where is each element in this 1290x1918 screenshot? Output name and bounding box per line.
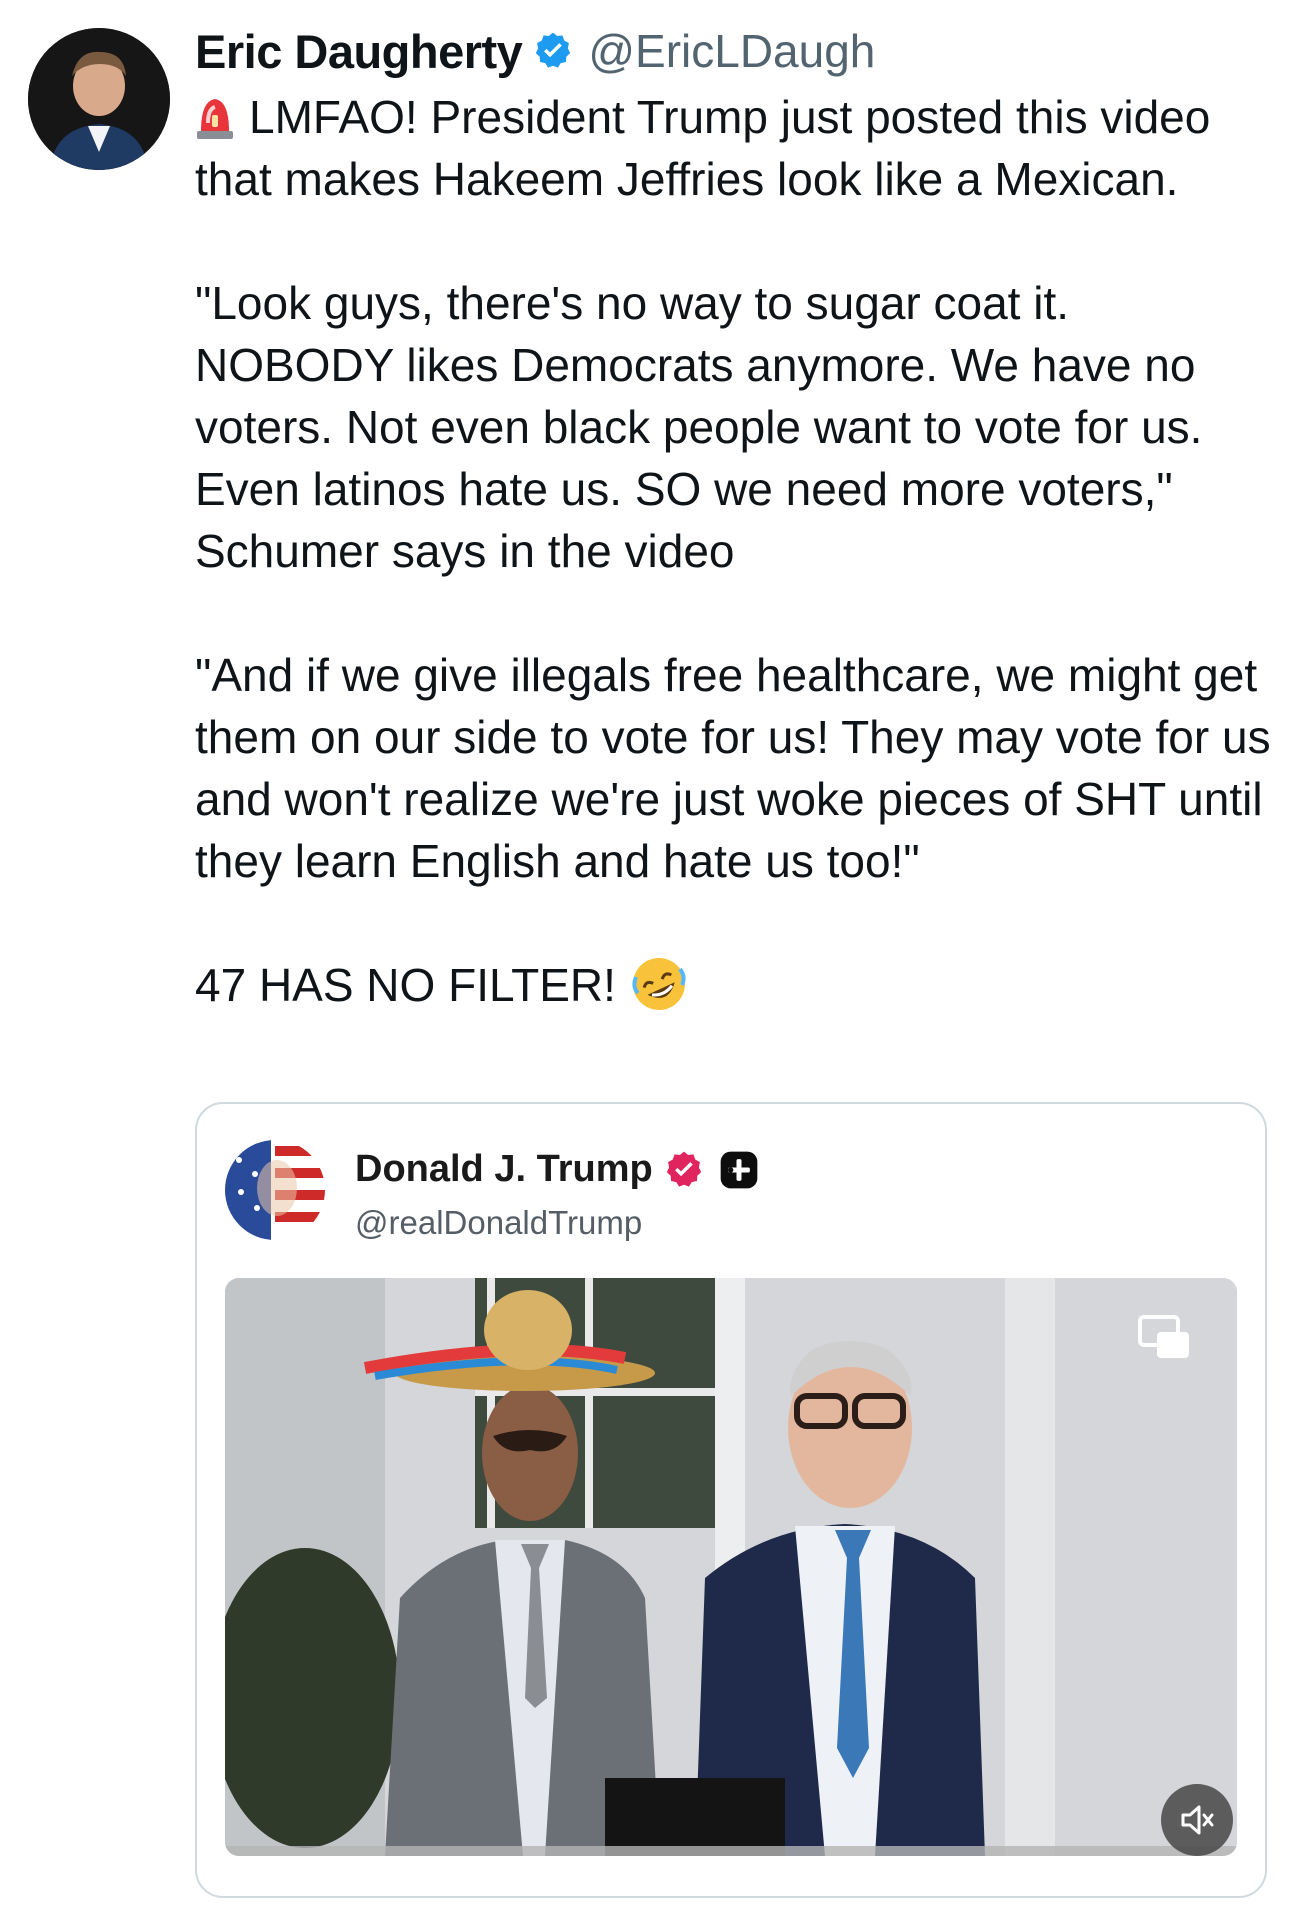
author-avatar[interactable] (28, 28, 170, 170)
tweet-paragraph-4: 47 HAS NO FILTER! (195, 954, 1275, 1016)
quoted-name-row: Donald J. Trump (355, 1148, 759, 1191)
tweet-header: Eric Daugherty @EricLDaugh (195, 18, 875, 84)
rolling-laughing-emoji-icon (632, 958, 686, 1010)
quoted-author-avatar[interactable] (225, 1140, 325, 1240)
tweet-line-1: LMFAO! President Trump just posted this … (195, 91, 1211, 205)
video-player[interactable] (225, 1278, 1237, 1856)
tweet-paragraph-3: "And if we give illegals free healthcare… (195, 649, 1271, 887)
author-avatar-image (28, 28, 170, 170)
mute-toggle-button[interactable] (1161, 1784, 1233, 1856)
tweet-paragraph-2: "Look guys, there's no way to sugar coat… (195, 277, 1203, 577)
quoted-display-name[interactable]: Donald J. Trump (355, 1148, 653, 1191)
quoted-post-card[interactable]: Donald J. Trump @realDonaldTrump (195, 1102, 1267, 1898)
tweet-paragraph-1: LMFAO! President Trump just posted this … (195, 86, 1275, 210)
siren-emoji-icon (197, 99, 233, 139)
verified-badge-icon (666, 1151, 701, 1187)
quoted-handle[interactable]: @realDonaldTrump (355, 1204, 642, 1242)
verified-badge-icon (536, 32, 571, 68)
picture-in-picture-icon[interactable] (1137, 1314, 1193, 1362)
quoted-avatar-image (225, 1140, 325, 1240)
plus-badge-icon (720, 1151, 758, 1188)
video-progress-bar[interactable] (225, 1846, 1237, 1856)
author-handle[interactable]: @EricLDaugh (588, 24, 875, 78)
video-frame (225, 1278, 1237, 1856)
tweet-line-4: 47 HAS NO FILTER! (195, 959, 616, 1011)
author-display-name[interactable]: Eric Daugherty (195, 24, 523, 79)
tweet-body: LMFAO! President Trump just posted this … (195, 86, 1275, 1016)
speaker-muted-icon (1181, 1805, 1214, 1835)
